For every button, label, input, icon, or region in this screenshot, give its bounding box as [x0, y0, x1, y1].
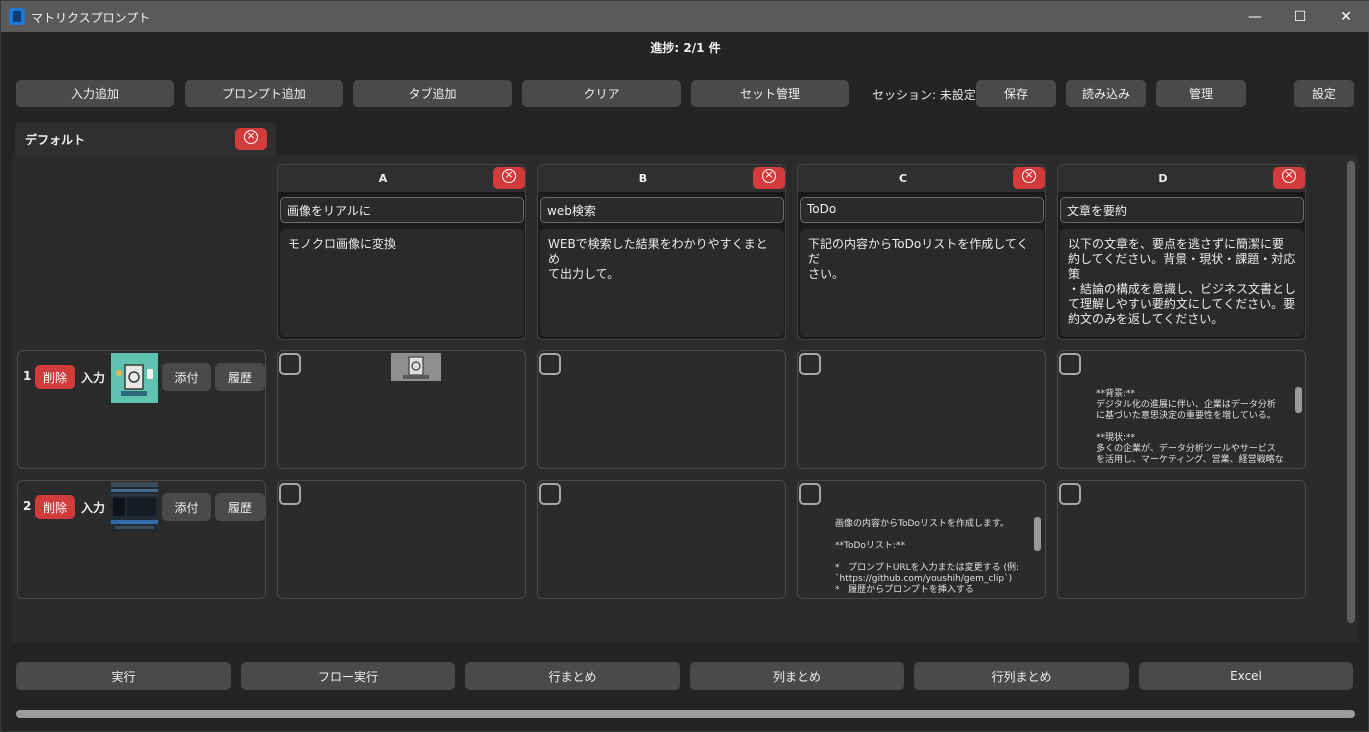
- load-button[interactable]: 読み込み: [1066, 80, 1146, 107]
- attach-button[interactable]: 添付: [162, 363, 211, 391]
- add-input-button[interactable]: 入力追加: [16, 80, 174, 107]
- maximize-icon[interactable]: ☐: [1277, 1, 1323, 32]
- result-cell-2c[interactable]: 画像の内容からToDoリストを作成します。 **ToDoリスト:** * プロン…: [797, 480, 1046, 599]
- result-scrollbar[interactable]: [1034, 517, 1041, 551]
- window-title: マトリクスプロンプト: [31, 11, 151, 25]
- input-image-thumbnail[interactable]: [111, 353, 158, 403]
- column-header: C: [798, 165, 1045, 192]
- column-a: A 画像をリアルに モノクロ画像に変換: [277, 164, 526, 340]
- matrix-summary-button[interactable]: 行列まとめ: [914, 662, 1129, 690]
- app-icon: [9, 8, 25, 25]
- column-header: B: [538, 165, 785, 192]
- delete-row-button[interactable]: 削除: [35, 495, 75, 519]
- cell-checkbox[interactable]: [799, 483, 821, 505]
- cell-checkbox[interactable]: [799, 353, 821, 375]
- attach-button[interactable]: 添付: [162, 493, 211, 521]
- column-letter: B: [638, 172, 648, 185]
- row-number: 2: [23, 499, 32, 513]
- close-icon[interactable]: ✕: [1323, 1, 1369, 32]
- column-name-input[interactable]: ToDo: [800, 197, 1044, 223]
- cell-checkbox[interactable]: [279, 353, 301, 375]
- input-label: 入力: [81, 501, 106, 515]
- column-letter: D: [1158, 172, 1168, 185]
- input-label: 入力: [81, 371, 106, 385]
- run-button[interactable]: 実行: [16, 662, 231, 690]
- manage-button[interactable]: 管理: [1156, 80, 1246, 107]
- delete-column-icon[interactable]: [1273, 167, 1305, 189]
- title-bar: マトリクスプロンプト — ☐ ✕: [1, 1, 1369, 32]
- close-tab-icon[interactable]: [235, 128, 267, 150]
- column-summary-button[interactable]: 列まとめ: [690, 662, 904, 690]
- input-image-thumbnail[interactable]: [111, 482, 158, 532]
- result-cell-1c[interactable]: [797, 350, 1046, 469]
- settings-button[interactable]: 設定: [1294, 80, 1354, 107]
- column-c: C ToDo 下記の内容からToDoリストを作成してくだ さい。: [797, 164, 1046, 340]
- flow-run-button[interactable]: フロー実行: [241, 662, 455, 690]
- result-cell-1d[interactable]: **背景:** デジタル化の進展に伴い、企業はデータ分析 に基づいた意思決定の重…: [1057, 350, 1306, 469]
- cell-checkbox[interactable]: [1059, 483, 1081, 505]
- clear-button[interactable]: クリア: [522, 80, 681, 107]
- delete-row-button[interactable]: 削除: [35, 365, 75, 389]
- save-button[interactable]: 保存: [976, 80, 1056, 107]
- set-manage-button[interactable]: セット管理: [691, 80, 849, 107]
- row-number: 1: [23, 369, 32, 383]
- session-label: セッション: 未設定: [872, 88, 976, 102]
- column-letter: C: [898, 172, 908, 185]
- minimize-icon[interactable]: —: [1232, 1, 1278, 32]
- row-header-2: 2 削除 入力 添付 履歴: [17, 480, 266, 599]
- add-tab-button[interactable]: タブ追加: [353, 80, 512, 107]
- progress-label: 進捗: 2/1 件: [650, 41, 721, 55]
- excel-button[interactable]: Excel: [1139, 662, 1353, 690]
- vertical-scrollbar[interactable]: [1347, 161, 1355, 623]
- cell-checkbox[interactable]: [1059, 353, 1081, 375]
- column-header: A: [278, 165, 525, 192]
- horizontal-scrollbar[interactable]: [16, 710, 1355, 718]
- column-prompt-textarea[interactable]: モノクロ画像に変換: [280, 229, 524, 337]
- result-cell-1b[interactable]: [537, 350, 786, 469]
- column-b: B web検索 WEBで検索した結果をわかりやすくまとめ て出力して。: [537, 164, 786, 340]
- column-letter: A: [378, 172, 388, 185]
- app-window: マトリクスプロンプト — ☐ ✕ 進捗: 2/1 件 入力追加 プロンプト追加 …: [0, 0, 1369, 732]
- history-button[interactable]: 履歴: [215, 493, 265, 521]
- result-text: **背景:** デジタル化の進展に伴い、企業はデータ分析 に基づいた意思決定の重…: [1096, 389, 1284, 465]
- column-name-input[interactable]: web検索: [540, 197, 784, 223]
- result-cell-2d[interactable]: [1057, 480, 1306, 599]
- column-name-input[interactable]: 文章を要約: [1060, 197, 1304, 223]
- result-cell-1a[interactable]: [277, 350, 526, 469]
- result-cell-2a[interactable]: [277, 480, 526, 599]
- row-summary-button[interactable]: 行まとめ: [465, 662, 680, 690]
- cell-checkbox[interactable]: [539, 353, 561, 375]
- history-button[interactable]: 履歴: [215, 363, 265, 391]
- tab-label: デフォルト: [25, 133, 86, 147]
- delete-column-icon[interactable]: [1013, 167, 1045, 189]
- column-name-input[interactable]: 画像をリアルに: [280, 197, 524, 223]
- result-cell-2b[interactable]: [537, 480, 786, 599]
- result-text: 画像の内容からToDoリストを作成します。 **ToDoリスト:** * プロン…: [835, 519, 1020, 595]
- column-prompt-textarea[interactable]: 下記の内容からToDoリストを作成してくだ さい。: [800, 229, 1044, 337]
- row-header-1: 1 削除 入力 添付 履歴: [17, 350, 266, 469]
- delete-column-icon[interactable]: [493, 167, 525, 189]
- column-prompt-textarea[interactable]: WEBで検索した結果をわかりやすくまとめ て出力して。: [540, 229, 784, 337]
- add-prompt-button[interactable]: プロンプト追加: [185, 80, 343, 107]
- result-scrollbar[interactable]: [1295, 387, 1302, 413]
- column-prompt-textarea[interactable]: 以下の文章を、要点を逃さずに簡潔に要 約してください。背景・現状・課題・対応策 …: [1060, 229, 1304, 337]
- result-image-thumbnail[interactable]: [391, 353, 441, 381]
- column-d: D 文章を要約 以下の文章を、要点を逃さずに簡潔に要 約してください。背景・現状…: [1057, 164, 1306, 340]
- cell-checkbox[interactable]: [279, 483, 301, 505]
- delete-column-icon[interactable]: [753, 167, 785, 189]
- cell-checkbox[interactable]: [539, 483, 561, 505]
- column-header: D: [1058, 165, 1305, 192]
- tab-default[interactable]: デフォルト: [15, 123, 276, 155]
